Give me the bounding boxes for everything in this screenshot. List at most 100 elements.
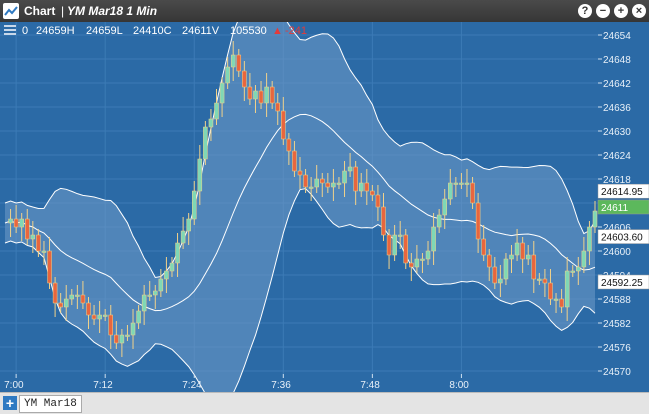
y-tick-label: 24624 bbox=[603, 151, 631, 162]
candle-down bbox=[325, 182, 331, 188]
add-window-icon[interactable]: + bbox=[614, 4, 628, 18]
candle-down bbox=[275, 102, 280, 112]
add-tab-button[interactable]: + bbox=[3, 396, 17, 410]
candle-down bbox=[269, 86, 275, 104]
candle-up bbox=[331, 182, 336, 188]
candle-down bbox=[403, 234, 409, 264]
candle-up bbox=[41, 250, 47, 253]
candle-down bbox=[470, 182, 475, 204]
candle-up bbox=[264, 86, 269, 104]
change-value: -241 bbox=[285, 25, 308, 37]
app-name: Chart bbox=[24, 4, 56, 18]
upper-band-tag: 24614.95 bbox=[601, 187, 643, 198]
candle-up bbox=[453, 182, 459, 185]
candle-down bbox=[47, 250, 52, 284]
candle-up bbox=[8, 218, 13, 224]
candle-up bbox=[336, 182, 342, 185]
help-icon[interactable]: ? bbox=[578, 4, 592, 18]
candle-up bbox=[464, 182, 470, 185]
candle-up bbox=[125, 334, 130, 337]
title-bar: Chart | YM Mar18 1 Min ? − + × bbox=[0, 0, 649, 22]
candle-up bbox=[186, 218, 191, 232]
candle-up bbox=[459, 182, 464, 185]
x-tick-label: 7:24 bbox=[182, 380, 202, 391]
candle-up bbox=[147, 294, 152, 297]
candle-up bbox=[525, 254, 531, 260]
candle-up bbox=[425, 250, 431, 260]
candle-down bbox=[353, 166, 358, 192]
y-tick-label: 24636 bbox=[603, 103, 631, 114]
menu-icon[interactable] bbox=[4, 25, 16, 35]
low-value: 24659L bbox=[86, 25, 123, 37]
candle-up bbox=[225, 66, 230, 84]
candle-down bbox=[286, 138, 292, 152]
candle-down bbox=[386, 234, 392, 256]
candle-up bbox=[392, 234, 397, 256]
candle-down bbox=[114, 334, 119, 344]
candle-up bbox=[576, 266, 581, 272]
candle-up bbox=[19, 218, 24, 228]
candle-up bbox=[175, 242, 180, 264]
y-tick-label: 24588 bbox=[603, 295, 631, 306]
candle-up bbox=[587, 226, 592, 252]
candle-down bbox=[303, 174, 308, 188]
open-value: 0 bbox=[22, 25, 29, 37]
candle-up bbox=[347, 166, 353, 172]
lower-band-tag: 24592.25 bbox=[601, 278, 643, 289]
candle-down bbox=[409, 262, 414, 268]
candle-up bbox=[75, 294, 80, 297]
candle-down bbox=[25, 218, 30, 240]
candle-down bbox=[492, 266, 498, 284]
x-tick-label: 7:48 bbox=[360, 380, 380, 391]
candle-down bbox=[486, 254, 492, 268]
candle-up bbox=[564, 270, 570, 308]
candle-down bbox=[548, 282, 553, 300]
x-tick-label: 8:00 bbox=[449, 380, 469, 391]
extra-value: 105530 bbox=[230, 25, 267, 37]
chart-app-icon bbox=[3, 3, 19, 19]
candle-up bbox=[436, 214, 442, 228]
candle-down bbox=[58, 302, 63, 308]
candle-down bbox=[36, 234, 41, 252]
change-arrow-icon: ▲ bbox=[272, 25, 283, 37]
candle-down bbox=[481, 238, 486, 256]
candle-down bbox=[531, 254, 537, 280]
candle-up bbox=[141, 294, 147, 312]
candle-up bbox=[69, 294, 75, 300]
candle-down bbox=[242, 70, 247, 88]
high-value: 24659H bbox=[36, 25, 75, 37]
candle-down bbox=[281, 110, 286, 140]
candle-up bbox=[592, 210, 598, 228]
bollinger-band-fill bbox=[5, 22, 595, 392]
symbol-title[interactable]: YM Mar18 1 Min bbox=[67, 4, 157, 18]
candle-up bbox=[397, 234, 403, 237]
candle-up bbox=[420, 258, 425, 261]
y-tick-label: 24642 bbox=[603, 79, 631, 90]
candle-up bbox=[208, 118, 214, 128]
candle-up bbox=[102, 314, 108, 317]
bottom-bar: + YM Mar18 bbox=[0, 392, 649, 414]
candle-up bbox=[498, 278, 503, 284]
x-tick-label: 7:00 bbox=[4, 380, 24, 391]
candle-up bbox=[203, 126, 208, 160]
y-tick-label: 24600 bbox=[603, 247, 631, 258]
chart-window: Chart | YM Mar18 1 Min ? − + × 24654 2464… bbox=[0, 0, 649, 414]
candle-up bbox=[442, 198, 447, 216]
close-icon[interactable]: × bbox=[632, 4, 646, 18]
candle-down bbox=[52, 282, 58, 304]
symbol-tab[interactable]: YM Mar18 bbox=[19, 395, 82, 413]
candle-up bbox=[253, 90, 258, 100]
candle-down bbox=[13, 218, 19, 228]
minimize-icon[interactable]: − bbox=[596, 4, 610, 18]
candle-up bbox=[509, 254, 514, 260]
candle-down bbox=[297, 170, 303, 176]
candle-up bbox=[537, 278, 542, 281]
candle-up bbox=[570, 270, 575, 273]
candle-down bbox=[86, 302, 91, 316]
candlestick-chart[interactable]: 2465424648246422463624630246242461824612… bbox=[0, 22, 649, 392]
candle-up bbox=[97, 314, 102, 320]
candle-up bbox=[342, 170, 347, 184]
y-tick-label: 24582 bbox=[603, 319, 631, 330]
candle-up bbox=[180, 230, 186, 244]
candle-up bbox=[164, 270, 169, 280]
